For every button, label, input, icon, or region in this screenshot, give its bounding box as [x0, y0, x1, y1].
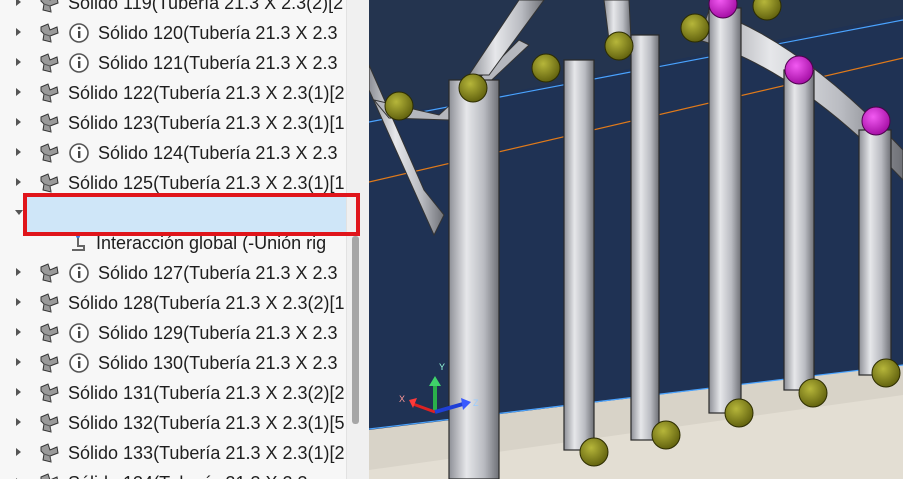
weldment-icon	[38, 172, 60, 194]
selected-joint-node[interactable]	[861, 106, 891, 136]
tree-item-label: Sólido 131(Tubería 21.3 X 2.3(2)[2	[68, 383, 345, 403]
weldment-icon	[38, 292, 60, 314]
weldment-icon	[38, 352, 60, 374]
weldment-icon	[38, 22, 60, 44]
tree-item[interactable]: Sólido 119(Tubería 21.3 X 2.3(2)[2	[0, 0, 346, 18]
model-view[interactable]: Y X Z	[369, 0, 903, 479]
tree-item-label: Interacción global (-Unión rig	[96, 233, 327, 253]
tree-item-label: Sólido 132(Tubería 21.3 X 2.3(1)[5	[68, 413, 345, 433]
weldment-icon	[38, 382, 60, 404]
joint-node[interactable]	[384, 91, 414, 121]
weldment-icon	[38, 262, 60, 284]
tree-item-label: Sólido 123(Tubería 21.3 X 2.3(1)[1	[68, 113, 345, 133]
weldment-icon	[38, 472, 60, 479]
feature-manager-tree: Sólido 119(Tubería 21.3 X 2.3(2)[2 Sólido…	[0, 0, 346, 479]
vertical-column	[448, 79, 500, 479]
info-icon	[68, 352, 90, 374]
collapse-toggle[interactable]	[15, 210, 23, 215]
expand-toggle[interactable]	[16, 388, 21, 396]
vertical-pipe	[708, 7, 742, 414]
y-axis-label: Y	[439, 362, 445, 372]
global-interaction-icon	[68, 232, 90, 254]
tree-item-label: Sólido 129(Tubería 21.3 X 2.3	[98, 323, 338, 343]
weldment-icon	[38, 322, 60, 344]
weldment-icon	[38, 412, 60, 434]
vertical-pipe	[783, 69, 815, 391]
tree-item-label: Sólido 119(Tubería 21.3 X 2.3(2)[2	[68, 0, 344, 13]
expand-toggle[interactable]	[16, 418, 21, 426]
tree-item[interactable]: Sólido 131(Tubería 21.3 X 2.3(2)[2	[0, 378, 346, 408]
tree-item-label: Sólido 125(Tubería 21.3 X 2.3(1)[1	[68, 173, 345, 193]
expand-toggle[interactable]	[16, 328, 21, 336]
joint-node[interactable]	[798, 378, 828, 408]
tree-item[interactable]: Sólido 129(Tubería 21.3 X 2.3	[0, 318, 346, 348]
tree-item[interactable]: Interacción global (-Unión rig	[0, 228, 346, 258]
tree-item-label: Sólido 121(Tubería 21.3 X 2.3	[98, 53, 338, 73]
joint-node[interactable]	[871, 358, 901, 388]
tree-item[interactable]: Sólido 120(Tubería 21.3 X 2.3	[0, 18, 346, 48]
tree-item[interactable]: Sólido 130(Tubería 21.3 X 2.3	[0, 348, 346, 378]
tree-item[interactable]: Sólido 125(Tubería 21.3 X 2.3(1)[1	[0, 168, 346, 198]
vertical-pipe	[563, 59, 595, 451]
joint-node[interactable]	[531, 53, 561, 83]
tree-item-label: Sólido 133(Tubería 21.3 X 2.3(1)[2	[68, 443, 345, 463]
weldment-icon	[38, 112, 60, 134]
tree-item[interactable]: Sólido 123(Tubería 21.3 X 2.3(1)[1	[0, 108, 346, 138]
vertical-pipe	[630, 34, 660, 441]
expand-toggle[interactable]	[16, 268, 21, 276]
selected-row-background	[26, 197, 346, 232]
tree-item[interactable]: Sólido 134(Tubería 21.3 X 2.3	[0, 468, 346, 479]
tree-item-label: Sólido 122(Tubería 21.3 X 2.3(1)[2	[68, 83, 345, 103]
joint-node[interactable]	[651, 420, 681, 450]
joint-node[interactable]	[579, 437, 609, 467]
tree-item[interactable]: Sólido 128(Tubería 21.3 X 2.3(2)[1	[0, 288, 346, 318]
tree-item[interactable]: Sólido 132(Tubería 21.3 X 2.3(1)[5	[0, 408, 346, 438]
joint-node[interactable]	[604, 31, 634, 61]
tree-item-label: Sólido 120(Tubería 21.3 X 2.3	[98, 23, 338, 43]
tree-item[interactable]: Sólido 133(Tubería 21.3 X 2.3(1)[2	[0, 438, 346, 468]
tree-item-label: Sólido 134(Tubería 21.3 X 2.3	[68, 471, 308, 479]
info-icon	[68, 142, 90, 164]
graphics-viewport[interactable]: Y X Z	[369, 0, 903, 479]
expand-toggle[interactable]	[16, 148, 21, 156]
tree-scrollbar-thumb[interactable]	[352, 236, 359, 424]
info-icon	[68, 22, 90, 44]
tree-item-label: Sólido 124(Tubería 21.3 X 2.3	[98, 143, 338, 163]
expand-toggle[interactable]	[16, 28, 21, 36]
expand-toggle[interactable]	[16, 58, 21, 66]
expand-toggle[interactable]	[16, 298, 21, 306]
weldment-icon	[38, 82, 60, 104]
tree-item-label: Sólido 130(Tubería 21.3 X 2.3	[98, 353, 338, 373]
tree-item[interactable]: Sólido 122(Tubería 21.3 X 2.3(1)[2	[0, 78, 346, 108]
expand-toggle[interactable]	[16, 0, 21, 6]
joint-node[interactable]	[724, 398, 754, 428]
expand-toggle[interactable]	[16, 178, 21, 186]
selected-joint-node[interactable]	[784, 55, 814, 85]
vertical-pipe	[858, 129, 892, 376]
tree-item[interactable]: Sólido 127(Tubería 21.3 X 2.3	[0, 258, 346, 288]
info-icon	[68, 52, 90, 74]
weldment-icon	[38, 442, 60, 464]
weldment-icon	[38, 142, 60, 164]
tree-item-label: Sólido 127(Tubería 21.3 X 2.3	[98, 263, 338, 283]
expand-toggle[interactable]	[16, 358, 21, 366]
info-icon	[68, 322, 90, 344]
z-axis-label: Z	[473, 398, 479, 408]
expand-toggle[interactable]	[16, 448, 21, 456]
tree-item[interactable]: Sólido 124(Tubería 21.3 X 2.3	[0, 138, 346, 168]
joint-node[interactable]	[458, 73, 488, 103]
expand-toggle[interactable]	[16, 88, 21, 96]
tree-item[interactable]: Sólido 121(Tubería 21.3 X 2.3	[0, 48, 346, 78]
joint-node[interactable]	[680, 13, 710, 43]
weldment-icon	[38, 52, 60, 74]
x-axis-label: X	[399, 394, 405, 404]
expand-toggle[interactable]	[16, 118, 21, 126]
tree-item-label: Sólido 128(Tubería 21.3 X 2.3(2)[1	[68, 293, 345, 313]
weldment-icon	[38, 0, 60, 14]
info-icon	[68, 262, 90, 284]
